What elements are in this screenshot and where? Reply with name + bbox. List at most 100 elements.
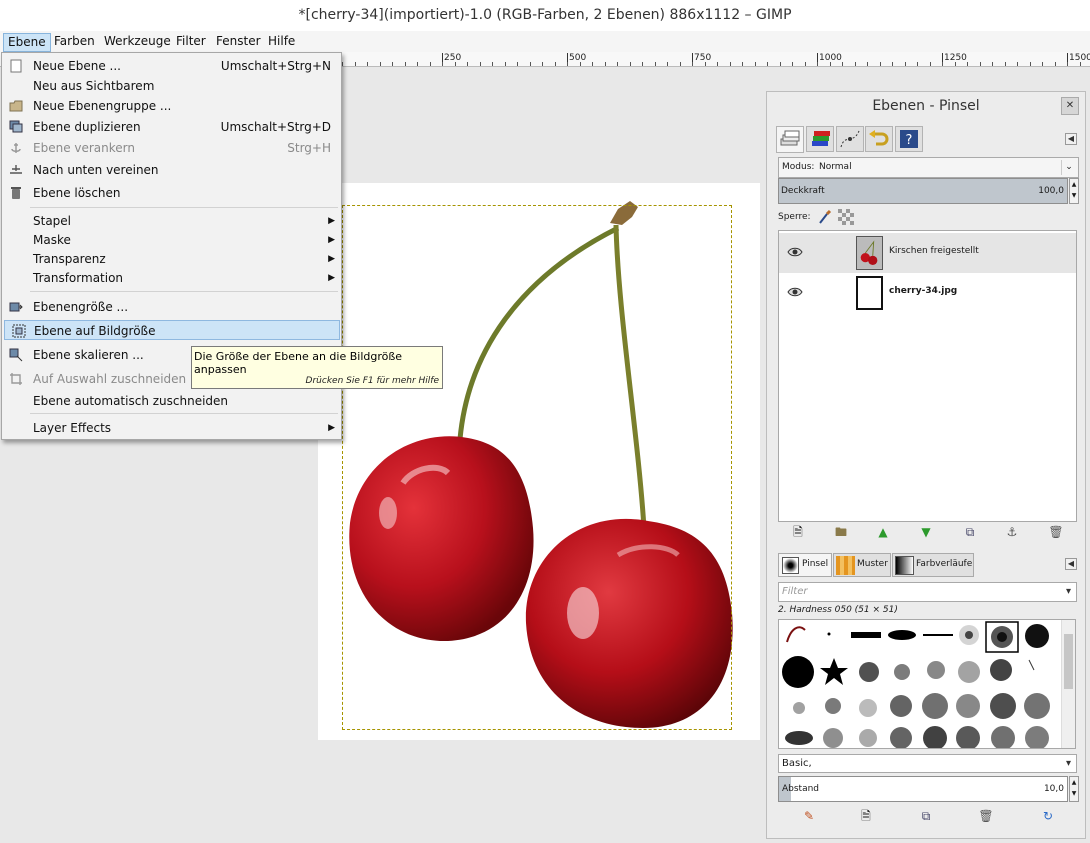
menu-werkzeuge[interactable]: Werkzeuge bbox=[100, 33, 175, 52]
opacity-slider[interactable]: Deckkraft 100,0 bbox=[778, 178, 1068, 204]
panel-menu-icon[interactable]: ◀ bbox=[1065, 133, 1077, 145]
ruler-tick bbox=[555, 62, 556, 66]
tab-undo[interactable] bbox=[865, 126, 893, 152]
menu-item-layer-boundary-size[interactable]: Ebenengröße ... bbox=[2, 297, 341, 317]
menu-separator bbox=[30, 413, 338, 414]
anchor-icon[interactable]: ⚓ bbox=[1004, 524, 1020, 540]
edit-brush-icon[interactable]: ✎ bbox=[801, 808, 817, 824]
lock-pixels-icon[interactable] bbox=[817, 209, 833, 225]
eye-icon[interactable] bbox=[787, 246, 803, 258]
lower-layer-icon[interactable]: ▼ bbox=[918, 524, 934, 540]
menu-item-transformation[interactable]: Transformation ▶ bbox=[2, 268, 341, 288]
panel-menu-icon[interactable]: ◀ bbox=[1065, 558, 1077, 570]
menu-item-layer-effects[interactable]: Layer Effects ▶ bbox=[2, 418, 341, 438]
eye-icon[interactable] bbox=[787, 286, 803, 298]
menu-item-label: Ebene automatisch zuschneiden bbox=[33, 394, 229, 408]
menu-farben[interactable]: Farben bbox=[50, 33, 99, 52]
brush-grid[interactable] bbox=[778, 619, 1076, 749]
menu-fenster[interactable]: Fenster bbox=[212, 33, 265, 52]
submenu-arrow-icon: ▶ bbox=[328, 235, 335, 245]
new-brush-icon[interactable]: 🗎 bbox=[858, 808, 874, 824]
ruler-tick bbox=[892, 62, 893, 66]
ruler-tick bbox=[1055, 62, 1056, 66]
menu-item-new-layer[interactable]: Neue Ebene ... Umschalt+Strg+N bbox=[2, 56, 341, 76]
menu-item-duplicate-layer[interactable]: Ebene duplizieren Umschalt+Strg+D bbox=[2, 117, 341, 137]
duplicate-icon[interactable]: ⧉ bbox=[962, 524, 978, 540]
close-icon[interactable]: ✕ bbox=[1061, 97, 1079, 115]
ruler-tick bbox=[355, 62, 356, 66]
layers-button-row: 🗎 🖿 ▲ ▼ ⧉ ⚓ 🗑 bbox=[778, 522, 1077, 542]
tab-patterns[interactable]: Muster bbox=[833, 553, 891, 577]
merge-down-icon bbox=[10, 165, 22, 174]
new-layer-icon[interactable]: 🗎 bbox=[790, 524, 806, 540]
menu-separator bbox=[30, 207, 338, 208]
lock-alpha-icon[interactable] bbox=[838, 209, 854, 225]
refresh-icon[interactable]: ↻ bbox=[1040, 808, 1056, 824]
layers-list[interactable]: Kirschen freigestellt cherry-34.jpg bbox=[778, 230, 1077, 522]
menu-item-layer-to-image-size[interactable]: Ebene auf Bildgröße bbox=[4, 320, 340, 340]
raise-layer-icon[interactable]: ▲ bbox=[875, 524, 891, 540]
chevron-down-icon: ⌄ bbox=[1061, 160, 1076, 175]
layer-name: cherry-34.jpg bbox=[889, 286, 958, 296]
ruler-tick bbox=[1080, 62, 1081, 66]
menu-item-anchor-layer[interactable]: Ebene verankern Strg+H bbox=[2, 138, 341, 158]
tab-brushes[interactable]: Pinsel bbox=[778, 553, 832, 577]
menu-filter[interactable]: Filter bbox=[172, 33, 210, 52]
ruler-tick bbox=[855, 62, 856, 66]
ruler-tick bbox=[380, 62, 381, 66]
menu-hilfe[interactable]: Hilfe bbox=[264, 33, 299, 52]
menu-separator bbox=[30, 291, 338, 292]
ruler-tick bbox=[342, 62, 343, 66]
anchor-icon bbox=[11, 143, 21, 153]
tab-gradients[interactable]: Farbverläufe bbox=[892, 553, 974, 577]
tab-help[interactable]: ? bbox=[895, 126, 923, 152]
ruler-tick bbox=[817, 62, 818, 66]
menu-item-delete-layer[interactable]: Ebene löschen bbox=[2, 183, 341, 203]
ruler-tick bbox=[642, 62, 643, 66]
ruler-tick bbox=[792, 62, 793, 66]
tab-paths[interactable] bbox=[836, 126, 864, 152]
menu-item-label: Ebene verankern bbox=[33, 141, 135, 155]
ruler-tick bbox=[967, 62, 968, 66]
ruler-tick bbox=[780, 62, 781, 66]
menu-item-mask[interactable]: Maske ▶ bbox=[2, 230, 341, 250]
menu-item-transparency[interactable]: Transparenz ▶ bbox=[2, 249, 341, 269]
layers-brushes-dock: Ebenen - Pinsel ✕ ? ◀ Modus: Normal ⌄ De… bbox=[766, 91, 1086, 839]
duplicate-icon[interactable]: ⧉ bbox=[918, 808, 934, 824]
mode-select[interactable]: Modus: Normal ⌄ bbox=[778, 157, 1079, 178]
menu-item-merge-down[interactable]: Nach unten vereinen bbox=[2, 160, 341, 180]
menu-item-stack[interactable]: Stapel ▶ bbox=[2, 211, 341, 231]
opacity-spinner[interactable]: ▲ ▼ bbox=[1069, 178, 1079, 204]
menu-item-new-layer-group[interactable]: Neue Ebenengruppe ... bbox=[2, 96, 341, 116]
ruler-tick bbox=[592, 62, 593, 66]
brush-preset-select[interactable]: Basic, ▾ bbox=[778, 754, 1077, 773]
menu-shortcut: Umschalt+Strg+D bbox=[220, 120, 331, 134]
brush-filter-field[interactable]: Filter ▾ bbox=[778, 582, 1077, 602]
tab-channels[interactable] bbox=[806, 126, 834, 152]
brush-button-row: ✎ 🗎 ⧉ 🗑 ↻ bbox=[778, 806, 1077, 826]
tooltip-text: Die Größe der Ebene an die Bildgröße anp… bbox=[194, 350, 403, 376]
layer-row[interactable]: Kirschen freigestellt bbox=[779, 233, 1076, 273]
trash-icon[interactable]: 🗑 bbox=[978, 808, 994, 824]
menu-item-autocrop-layer[interactable]: Ebene automatisch zuschneiden bbox=[2, 391, 341, 411]
menu-item-new-from-visible[interactable]: Neu aus Sichtbarem bbox=[2, 76, 341, 96]
spacing-slider[interactable]: Abstand 10,0 bbox=[778, 776, 1068, 802]
menu-ebene[interactable]: Ebene bbox=[3, 33, 51, 52]
ruler-tick bbox=[367, 62, 368, 66]
ruler-tick bbox=[1017, 62, 1018, 66]
ruler-tick bbox=[442, 62, 443, 66]
tab-layers[interactable] bbox=[776, 126, 804, 153]
scale-icon bbox=[9, 348, 23, 362]
ruler-tick bbox=[717, 62, 718, 66]
ruler-mark: 1500 bbox=[1067, 53, 1090, 66]
filter-placeholder: Filter bbox=[782, 586, 808, 597]
ruler-tick bbox=[1030, 62, 1031, 66]
ruler-tick bbox=[605, 62, 606, 66]
trash-icon[interactable]: 🗑 bbox=[1048, 524, 1064, 540]
brush-grid-scrollbar[interactable] bbox=[1061, 620, 1075, 748]
layer-row[interactable]: cherry-34.jpg bbox=[779, 273, 1076, 313]
ruler-tick bbox=[630, 62, 631, 66]
folder-icon[interactable]: 🖿 bbox=[833, 524, 849, 540]
menu-item-label: Stapel bbox=[33, 214, 72, 228]
spacing-spinner[interactable]: ▲ ▼ bbox=[1069, 776, 1079, 802]
